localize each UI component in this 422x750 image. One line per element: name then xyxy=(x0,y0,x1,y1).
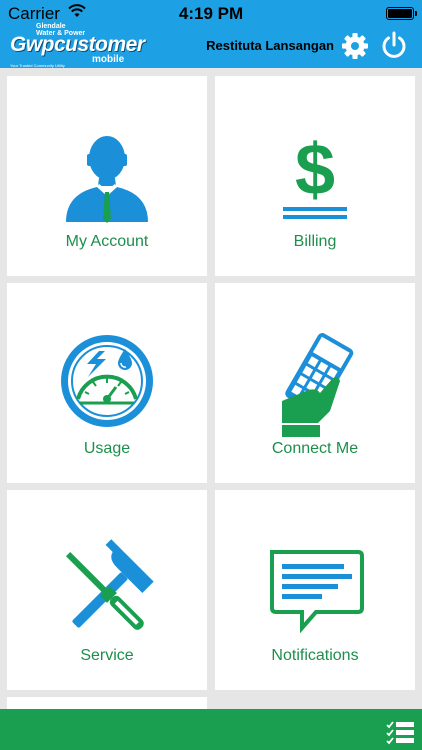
tile-connect-me-label: Connect Me xyxy=(271,440,359,457)
tile-connect-me[interactable]: Connect Me xyxy=(215,283,415,483)
tile-billing-label: Billing xyxy=(293,233,337,250)
user-name: Restituta Lansangan xyxy=(206,38,334,53)
tile-notifications-label: Notifications xyxy=(271,647,359,664)
message-icon xyxy=(270,550,364,634)
tools-icon xyxy=(65,539,154,630)
tile-billing[interactable]: $ Billing xyxy=(215,76,415,276)
gauge-icon xyxy=(61,335,153,427)
svg-text:$: $ xyxy=(295,130,335,210)
tile-notifications[interactable]: Notifications xyxy=(215,490,415,690)
app-header: Glendale Water & Power Gwpcustomer mobil… xyxy=(0,23,422,68)
checklist-icon[interactable] xyxy=(386,721,414,745)
clock: 4:19 PM xyxy=(178,4,244,23)
tile-usage[interactable]: Usage xyxy=(7,283,207,483)
power-icon[interactable] xyxy=(379,30,409,60)
tile-my-account-label: My Account xyxy=(65,233,149,250)
person-icon xyxy=(66,136,148,223)
tile-service-label: Service xyxy=(80,647,134,664)
gear-icon[interactable] xyxy=(341,32,369,60)
dollar-icon: $ xyxy=(283,130,347,219)
app-logo: Glendale Water & Power Gwpcustomer mobil… xyxy=(6,23,145,69)
tile-usage-label: Usage xyxy=(83,440,131,457)
logo-mobile: mobile xyxy=(92,54,125,65)
logo-city-text: Glendale xyxy=(36,23,66,30)
tile-my-account[interactable]: My Account xyxy=(7,76,207,276)
logo-brand: Gwpcustomer xyxy=(10,33,145,56)
battery-icon xyxy=(386,7,417,20)
tile-service[interactable]: Service xyxy=(7,490,207,690)
bottom-bar xyxy=(0,709,422,750)
logo-tagline: Your Trusted Community Utility xyxy=(10,63,65,68)
phone-hand-icon xyxy=(282,333,354,437)
